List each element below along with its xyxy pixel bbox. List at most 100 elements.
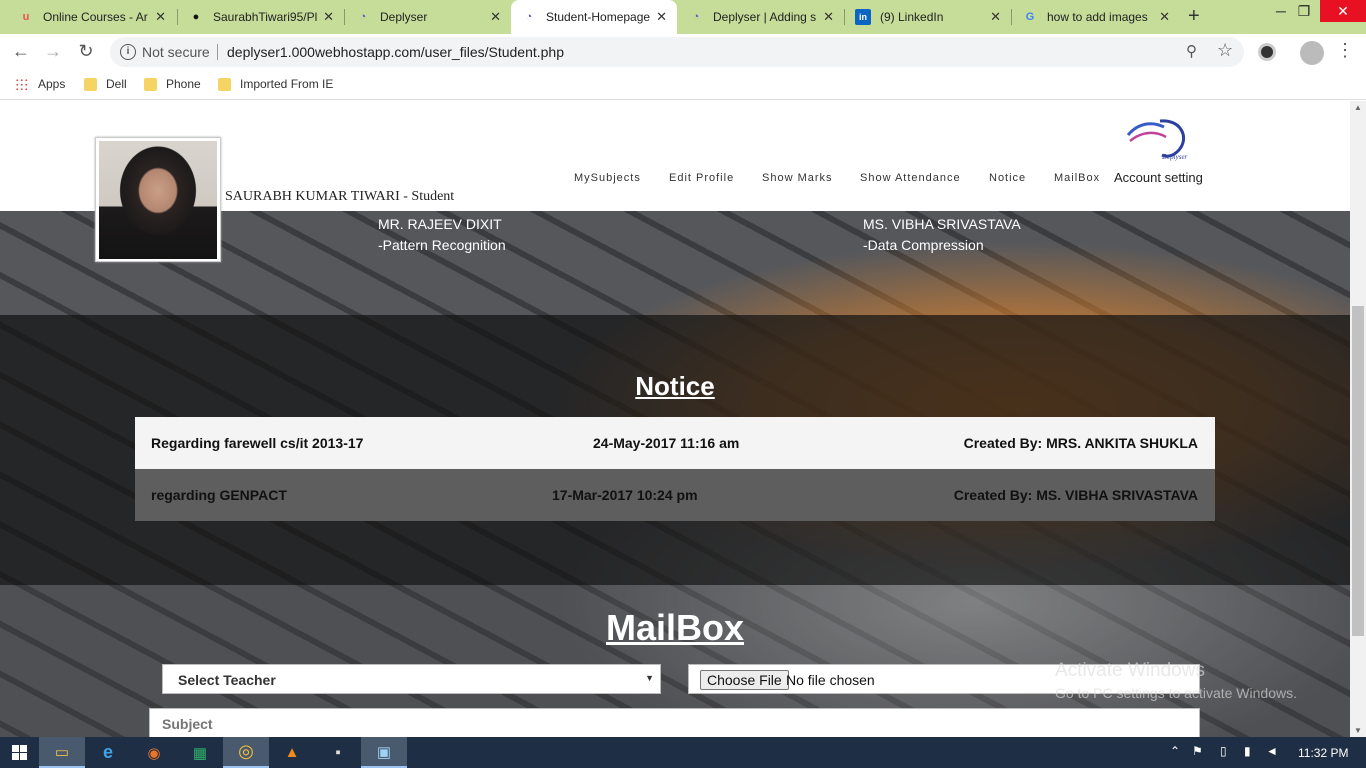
url-text[interactable]: deplyser1.000webhostapp.com/user_files/S… xyxy=(227,44,564,60)
tab-google-search[interactable]: G how to add images ✕ xyxy=(1012,0,1180,34)
close-icon[interactable]: ✕ xyxy=(823,9,834,25)
folder-icon xyxy=(218,77,231,91)
nav-edit-profile[interactable]: Edit Profile xyxy=(669,172,734,184)
deplyser-icon: ◔ xyxy=(359,11,367,23)
notice-author: Created By: MRS. ANKITA SHUKLA xyxy=(963,435,1198,451)
bookmark-apps[interactable]: Apps xyxy=(15,77,65,91)
bookmark-label: Phone xyxy=(166,77,201,91)
student-name: SAURABH KUMAR TIWARI - Student xyxy=(225,189,455,204)
battery-icon[interactable]: ▯ xyxy=(1220,744,1227,758)
network-icon[interactable]: ▮ xyxy=(1244,744,1251,758)
bookmark-imported-from-ie[interactable]: Imported From IE xyxy=(218,77,333,91)
browser-menu-icon[interactable]: ⋮ xyxy=(1336,40,1354,61)
nav-mysubjects[interactable]: MySubjects xyxy=(574,172,641,184)
scroll-thumb[interactable] xyxy=(1352,306,1364,636)
notice-date: 24-May-2017 11:16 am xyxy=(593,435,740,451)
bookmark-star-icon[interactable]: ☆ xyxy=(1217,40,1233,61)
close-icon[interactable]: ✕ xyxy=(1159,9,1170,25)
close-icon[interactable]: ✕ xyxy=(155,9,166,25)
excel-icon[interactable]: ▦ xyxy=(177,737,223,768)
watermark-subtitle: Go to PC settings to activate Windows. xyxy=(1055,685,1297,701)
folder-icon xyxy=(84,77,97,91)
close-icon[interactable]: ✕ xyxy=(656,9,667,25)
back-icon[interactable]: ← xyxy=(9,41,33,62)
new-tab-button[interactable]: + xyxy=(1188,5,1200,28)
teacher-subject: -Pattern Recognition xyxy=(378,237,506,253)
choose-file-button[interactable]: Choose File xyxy=(700,670,789,690)
photos-icon[interactable]: ▣ xyxy=(361,737,407,768)
subject-input[interactable] xyxy=(149,708,1200,737)
volume-icon[interactable]: ◄ xyxy=(1266,744,1278,758)
bookmark-label: Imported From IE xyxy=(240,77,334,91)
firefox-icon[interactable]: ◉ xyxy=(131,737,177,768)
notice-row[interactable]: regarding GENPACT 17-Mar-2017 10:24 pm C… xyxy=(135,469,1215,521)
notice-author: Created By: MS. VIBHA SRIVASTAVA xyxy=(953,487,1198,503)
logo-text: Deplyser xyxy=(1161,153,1188,161)
apps-icon xyxy=(15,77,28,91)
teacher-name: MR. RAJEEV DIXIT xyxy=(378,216,502,232)
notice-title: Regarding farewell cs/it 2013-17 xyxy=(151,435,364,451)
show-hidden-icons[interactable]: ⌃ xyxy=(1170,744,1180,758)
file-explorer-icon[interactable]: ▭ xyxy=(39,737,85,768)
nav-notice[interactable]: Notice xyxy=(989,172,1026,184)
nav-show-marks[interactable]: Show Marks xyxy=(762,172,833,184)
mailbox-heading: MailBox xyxy=(605,607,745,648)
tab-github[interactable]: ● SaurabhTiwari95/Pl ✕ xyxy=(178,0,344,34)
taskbar-clock[interactable]: 11:32 PM xyxy=(1298,746,1348,760)
reload-icon[interactable]: ↻ xyxy=(74,41,98,62)
extension-icon[interactable] xyxy=(1258,43,1276,61)
close-icon[interactable]: ✕ xyxy=(990,9,1001,25)
teacher-card: MR. RAJEEV DIXIT -Pattern Recognition xyxy=(378,214,506,256)
profile-photo-frame xyxy=(95,137,221,262)
activate-windows-watermark: Activate Windows Go to PC settings to ac… xyxy=(1055,660,1297,701)
teacher-card: MS. VIBHA SRIVASTAVA -Data Compression xyxy=(863,214,1021,256)
browser-toolbar: ← → ↻ i Not secure deplyser1.000webhosta… xyxy=(0,34,1366,70)
chevron-down-icon: ▼ xyxy=(645,673,654,683)
bookmark-phone[interactable]: Phone xyxy=(144,77,201,91)
scroll-up-icon[interactable]: ▲ xyxy=(1354,103,1362,112)
internet-explorer-icon[interactable]: e xyxy=(85,737,131,768)
tab-title: Student-Homepage xyxy=(546,10,651,24)
scroll-down-icon[interactable]: ▼ xyxy=(1354,726,1362,735)
file-status: No file chosen xyxy=(786,672,875,688)
notice-date: 17-Mar-2017 10:24 pm xyxy=(552,487,698,503)
notice-row[interactable]: Regarding farewell cs/it 2013-17 24-May-… xyxy=(135,417,1215,469)
flag-icon[interactable]: ⚑ xyxy=(1192,744,1203,758)
close-icon[interactable]: ✕ xyxy=(490,9,501,25)
tab-linkedin[interactable]: in (9) LinkedIn ✕ xyxy=(845,0,1011,34)
page-scrollbar[interactable]: ▲ ▼ xyxy=(1350,101,1366,737)
tab-online-courses[interactable]: u Online Courses - Ar ✕ xyxy=(8,0,176,34)
google-icon: G xyxy=(1025,11,1035,23)
folder-icon xyxy=(144,77,157,91)
linkedin-icon: in xyxy=(855,9,871,25)
address-bar[interactable]: i Not secure deplyser1.000webhostapp.com… xyxy=(110,37,1244,67)
tab-title: Online Courses - Ar xyxy=(43,10,148,24)
tab-title: Deplyser xyxy=(380,10,428,24)
chrome-icon[interactable]: ◎ xyxy=(223,737,269,768)
nav-mailbox[interactable]: MailBox xyxy=(1054,172,1100,184)
profile-avatar-icon[interactable] xyxy=(1300,41,1324,65)
select-teacher-dropdown[interactable]: Select Teacher ▼ xyxy=(162,664,661,694)
bookmark-label: Dell xyxy=(106,77,127,91)
nav-show-attendance[interactable]: Show Attendance xyxy=(860,172,961,184)
window-close-button[interactable]: ✕ xyxy=(1320,0,1366,22)
forward-icon[interactable]: → xyxy=(41,41,65,62)
nav-account-setting[interactable]: Account setting xyxy=(1114,170,1203,185)
close-icon[interactable]: ✕ xyxy=(323,9,334,25)
watermark-title: Activate Windows xyxy=(1055,660,1205,681)
tab-deplyser-adding[interactable]: ◔ Deplyser | Adding s ✕ xyxy=(678,0,844,34)
deplyser-logo[interactable]: Deplyser xyxy=(1120,111,1200,161)
bookmark-dell[interactable]: Dell xyxy=(84,77,127,91)
tab-deplyser[interactable]: ◔ Deplyser ✕ xyxy=(345,0,511,34)
info-icon[interactable]: i xyxy=(120,44,136,60)
zoom-icon[interactable]: ⚲ xyxy=(1186,42,1197,60)
url-divider xyxy=(217,44,218,60)
teacher-name: MS. VIBHA SRIVASTAVA xyxy=(863,216,1021,232)
vlc-icon[interactable]: ▲ xyxy=(269,737,315,768)
tab-title: SaurabhTiwari95/Pl xyxy=(213,10,318,24)
windows-start-icon[interactable] xyxy=(12,745,27,760)
tab-student-homepage[interactable]: ◔ Student-Homepage ✕ xyxy=(511,0,677,34)
cmd-icon[interactable]: ▪ xyxy=(315,737,361,768)
browser-tab-strip: u Online Courses - Ar ✕ ● SaurabhTiwari9… xyxy=(0,0,1366,34)
github-icon: ● xyxy=(192,11,200,23)
